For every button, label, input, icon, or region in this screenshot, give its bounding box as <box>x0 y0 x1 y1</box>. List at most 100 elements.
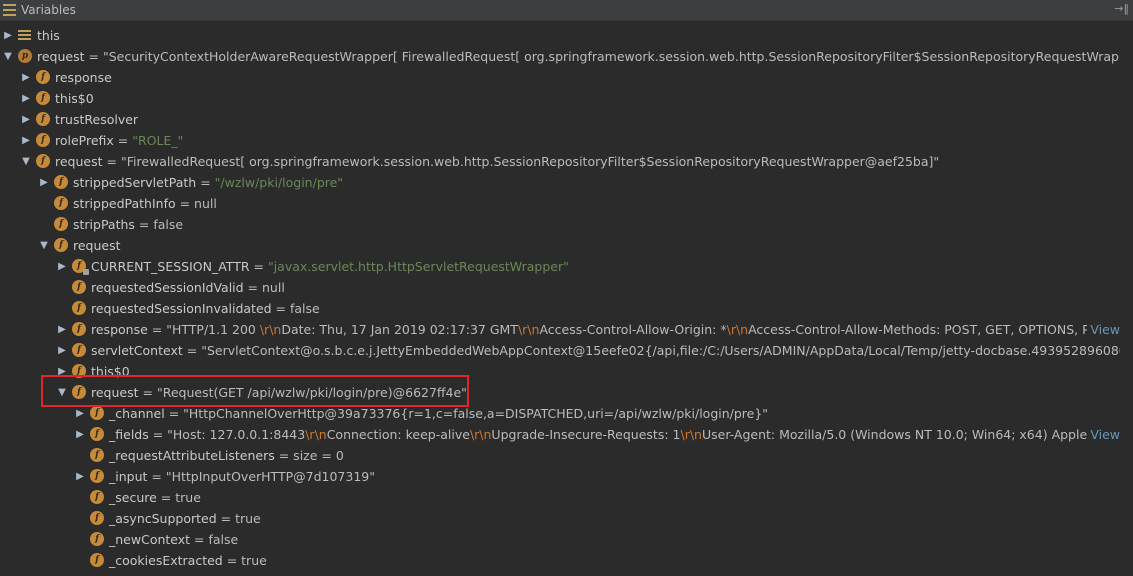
tree-row[interactable]: ▼ p request = "SecurityContextHolderAwareR… <box>0 46 1120 67</box>
tree-row[interactable]: f _secure = true <box>0 487 1120 508</box>
variable-value: = <box>113 133 133 148</box>
variable-text: strippedPathInfo = null <box>73 193 217 214</box>
menu-icon[interactable] <box>3 4 16 17</box>
variable-value: = <box>196 175 215 190</box>
tree-row[interactable]: ▶ f this$0 <box>0 88 1120 109</box>
variable-text: this <box>37 25 60 46</box>
collapse-arrow-icon[interactable]: ▼ <box>39 235 49 256</box>
expand-arrow-icon[interactable]: ▶ <box>21 88 31 109</box>
escape-sequence: \r\n <box>305 427 327 442</box>
tree-row[interactable]: f _cookiesExtracted = true <box>0 550 1120 571</box>
tree-row[interactable]: ▶ f _input = "HttpInputOverHTTP@7d107319" <box>0 466 1120 487</box>
expand-arrow-icon[interactable]: ▶ <box>21 130 31 151</box>
variable-value: = <box>84 49 103 64</box>
variable-name: _secure <box>109 490 157 505</box>
variable-name: _channel <box>109 406 165 421</box>
variable-value: "FirewalledRequest[ org.springframework.… <box>120 154 940 169</box>
variable-value: = "Request(GET /api/wzlw/pki/login/pre)@… <box>138 385 467 400</box>
escape-sequence: \r\n <box>726 322 749 337</box>
variable-name: this$0 <box>55 91 94 106</box>
expand-arrow-icon[interactable]: ▶ <box>57 319 67 340</box>
variable-value: User-Agent: Mozilla/5.0 (Windows NT 10.0… <box>701 427 1120 442</box>
tree-row[interactable]: f _newContext = false <box>0 529 1120 550</box>
field-icon: f <box>90 490 104 504</box>
expand-arrow-icon[interactable]: ▶ <box>21 109 31 130</box>
variable-text: _fields = "Host: 127.0.0.1:8443\r\nConne… <box>109 424 1120 445</box>
view-link[interactable]: View <box>1087 424 1120 445</box>
tree-row[interactable]: f _asyncSupported = true <box>0 508 1120 529</box>
tree-row[interactable]: ▼ f request = "Request(GET /api/wzlw/pki/l… <box>0 382 1120 403</box>
variable-text: requestedSessionIdValid = null <box>91 277 285 298</box>
field-icon: f <box>72 385 86 399</box>
expand-arrow-icon[interactable]: ▶ <box>75 466 85 487</box>
variable-value: = false <box>134 217 184 232</box>
tree-row[interactable]: ▶ f _channel = "HttpChannelOverHttp@39a733… <box>0 403 1120 424</box>
variable-text: servletContext = "ServletContext@o.s.b.c… <box>91 340 1120 361</box>
expand-arrow-icon[interactable]: ▶ <box>75 424 85 445</box>
expand-arrow-icon[interactable]: ▶ <box>57 340 67 361</box>
expand-arrow-icon[interactable]: ▶ <box>57 256 67 277</box>
tree-row[interactable]: ▶ f response <box>0 67 1120 88</box>
tree-row[interactable]: ▶ f CURRENT_SESSION_ATTR = "javax.servlet.… <box>0 256 1120 277</box>
view-link[interactable]: View <box>1087 319 1120 340</box>
variable-text: _input = "HttpInputOverHTTP@7d107319" <box>109 466 375 487</box>
tree-row[interactable]: ▶ f trustResolver <box>0 109 1120 130</box>
expand-arrow-icon[interactable]: ▶ <box>57 361 67 382</box>
lock-icon <box>83 269 89 275</box>
tree-row[interactable]: f requestedSessionInvalidated = false <box>0 298 1120 319</box>
tree-row[interactable]: ▶ this <box>0 25 1120 46</box>
vertical-scrollbar[interactable] <box>1120 21 1133 576</box>
collapse-arrow-icon[interactable]: ▼ <box>3 46 13 67</box>
tree-row[interactable]: ▶ f rolePrefix = "ROLE_" <box>0 130 1120 151</box>
field-icon: f <box>72 301 86 315</box>
variable-name: response <box>91 322 148 337</box>
tree-row[interactable]: ▶ f response = "HTTP/1.1 200 \r\nDate: Thu… <box>0 319 1120 340</box>
variable-text: this$0 <box>55 88 94 109</box>
tree-row[interactable]: ▼ f request = "FirewalledRequest[ org.spri… <box>0 151 1120 172</box>
tree-row[interactable]: f _requestAttributeListeners = size = 0 <box>0 445 1120 466</box>
variable-name: _input <box>109 469 148 484</box>
tree-row[interactable]: ▶ f this$0 <box>0 361 1120 382</box>
field-icon: f <box>36 154 50 168</box>
variable-name: request <box>73 238 121 253</box>
variable-name: request <box>55 154 103 169</box>
escape-sequence: \r\n <box>259 322 282 337</box>
escape-sequence: \r\n <box>680 427 702 442</box>
variable-value: Access-Control-Allow-Methods: POST, GET,… <box>748 322 1120 337</box>
expand-arrow-icon[interactable]: ▶ <box>75 403 85 424</box>
field-icon: f <box>90 448 104 462</box>
tree-row[interactable]: ▶ f strippedServletPath = "/wzlw/pki/login… <box>0 172 1120 193</box>
variable-value: = "HTTP/1.1 200 <box>147 322 260 337</box>
variable-value: = true <box>156 490 201 505</box>
variable-value: = "Host: 127.0.0.1:8443 <box>148 427 306 442</box>
variable-name: rolePrefix <box>55 133 114 148</box>
field-icon: f <box>54 238 68 252</box>
collapse-arrow-icon[interactable]: ▼ <box>57 382 67 403</box>
expand-arrow-icon[interactable]: ▶ <box>3 25 13 46</box>
variable-text: strippedServletPath = "/wzlw/pki/login/p… <box>73 172 343 193</box>
tree-row[interactable]: f stripPaths = false <box>0 214 1120 235</box>
pin-icon[interactable]: →‖ <box>1114 2 1129 15</box>
tree-row[interactable]: ▶ f servletContext = "ServletContext@o.s.b… <box>0 340 1120 361</box>
field-icon: f <box>90 532 104 546</box>
escape-sequence: \r\n <box>469 427 492 442</box>
variable-name: _asyncSupported <box>109 511 217 526</box>
collapse-arrow-icon[interactable]: ▼ <box>21 151 31 172</box>
tree-row[interactable]: ▶ f _fields = "Host: 127.0.0.1:8443\r\nCon… <box>0 424 1120 445</box>
expand-arrow-icon[interactable]: ▶ <box>39 172 49 193</box>
variable-name: servletContext <box>91 343 183 358</box>
variable-text: response = "HTTP/1.1 200 \r\nDate: Thu, … <box>91 319 1120 340</box>
field-icon: f <box>36 91 50 105</box>
tree-row[interactable]: f requestedSessionIdValid = null <box>0 277 1120 298</box>
variable-value: Access-Control-Allow-Origin: * <box>539 322 727 337</box>
variables-tree[interactable]: ▶ this ▼ p request = "SecurityContextHolderA… <box>0 21 1120 576</box>
variable-value: Date: Thu, 17 Jan 2019 02:17:37 GMT <box>281 322 518 337</box>
variable-text: _asyncSupported = true <box>109 508 261 529</box>
parameter-icon: p <box>18 49 32 63</box>
field-icon: f <box>90 553 104 567</box>
variable-text: response <box>55 67 112 88</box>
expand-arrow-icon[interactable]: ▶ <box>21 67 31 88</box>
field-icon: f <box>36 133 50 147</box>
tree-row[interactable]: f strippedPathInfo = null <box>0 193 1120 214</box>
tree-row[interactable]: ▼ f request <box>0 235 1120 256</box>
